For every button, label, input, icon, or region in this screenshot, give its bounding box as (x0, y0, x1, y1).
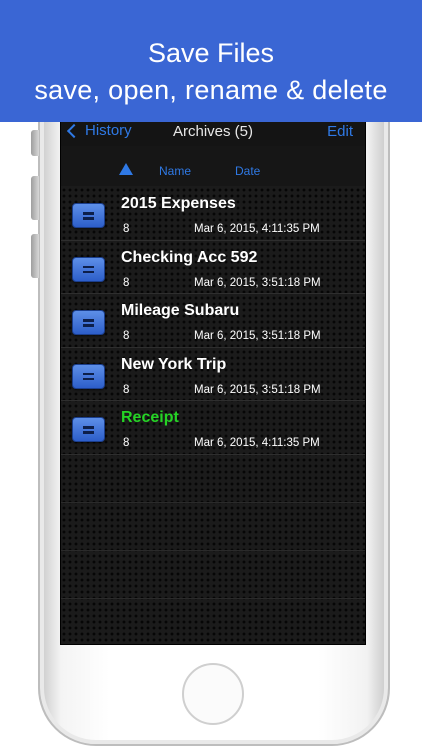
file-row[interactable]: 2015 Expenses 8 Mar 6, 2015, 4:11:35 PM (61, 187, 365, 241)
volume-down-button (31, 234, 39, 278)
file-size: 8 (123, 330, 130, 342)
banner-subtitle: save, open, rename & delete (34, 75, 388, 105)
file-row[interactable]: Checking Acc 592 8 Mar 6, 2015, 3:51:18 … (61, 241, 365, 294)
home-button[interactable] (182, 663, 244, 725)
file-size: 8 (123, 383, 130, 396)
file-size: 8 (123, 276, 130, 289)
file-size: 8 (123, 437, 130, 449)
file-name: Mileage Subaru (121, 302, 240, 319)
file-name: Receipt (121, 409, 179, 426)
sort-by-name-button[interactable]: Name (159, 164, 191, 178)
banner-title: Save Files (147, 38, 275, 68)
file-date: Mar 6, 2015, 3:51:18 PM (194, 276, 321, 289)
file-row[interactable]: Mileage Subaru 8 Mar 6, 2015, 3:51:18 PM (61, 294, 365, 348)
file-date: Mar 6, 2015, 4:11:35 PM (194, 437, 320, 449)
empty-row (61, 503, 365, 551)
page-title: Archives (5) (172, 123, 254, 140)
file-row[interactable]: New York Trip 8 Mar 6, 2015, 3:51:18 PM (61, 348, 365, 401)
file-icon (72, 203, 105, 228)
file-name: 2015 Expenses (121, 195, 236, 212)
empty-row (61, 551, 365, 599)
file-date: Mar 6, 2015, 3:51:18 PM (194, 330, 321, 342)
mute-switch (31, 130, 39, 156)
file-date: Mar 6, 2015, 3:51:18 PM (194, 383, 321, 396)
file-icon (72, 363, 105, 389)
file-name: New York Trip (121, 355, 227, 373)
navigation-bar: History Archives (5) Edit (61, 121, 365, 146)
volume-up-button (31, 176, 39, 220)
sort-bar: Name Date (61, 146, 365, 186)
file-icon (72, 256, 105, 282)
file-name: Checking Acc 592 (121, 248, 258, 266)
file-row[interactable]: Receipt 8 Mar 6, 2015, 4:11:35 PM (61, 401, 365, 455)
file-date: Mar 6, 2015, 4:11:35 PM (194, 223, 320, 235)
file-list: 2015 Expenses 8 Mar 6, 2015, 4:11:35 PM … (61, 187, 365, 599)
promo-banner: Save Files save, open, rename & delete (0, 0, 422, 122)
file-size: 8 (123, 223, 130, 235)
file-icon (72, 310, 105, 335)
empty-row (61, 455, 365, 503)
edit-button[interactable]: Edit (327, 123, 353, 140)
sort-by-date-button[interactable]: Date (235, 164, 260, 178)
app-screen: History Archives (5) Edit Name Date 2015… (60, 120, 366, 645)
triangle-up-icon[interactable] (119, 163, 133, 175)
file-icon (72, 417, 105, 442)
